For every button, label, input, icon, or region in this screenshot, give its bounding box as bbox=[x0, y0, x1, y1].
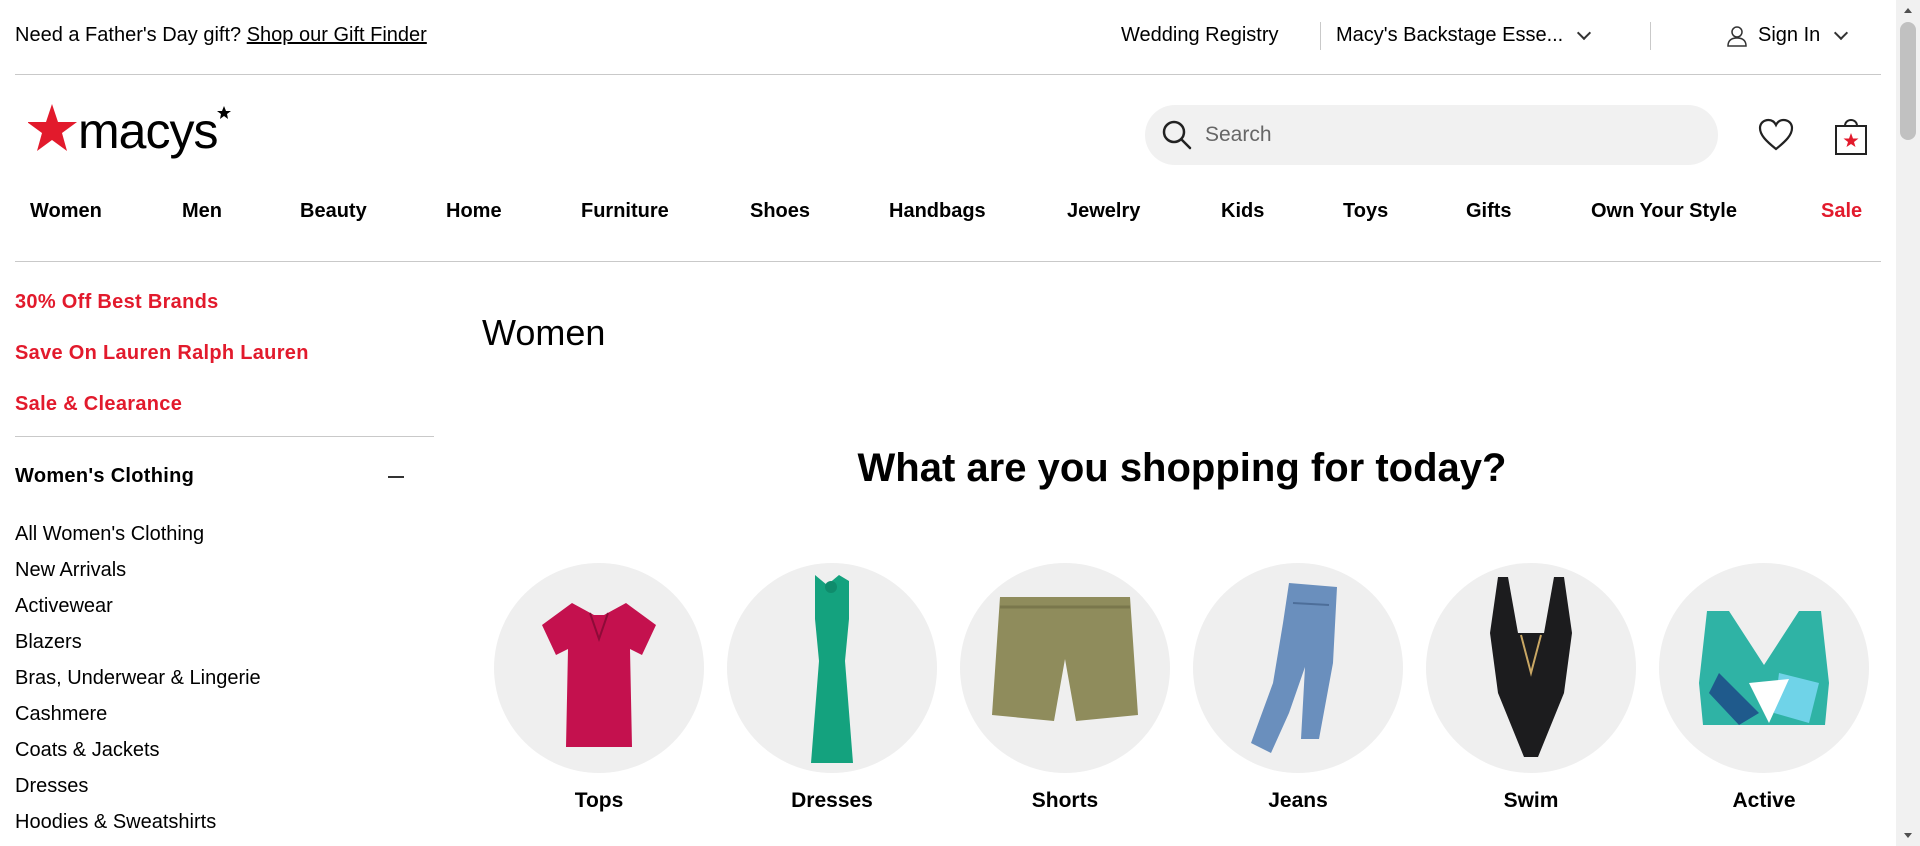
category-label: Active bbox=[1732, 789, 1796, 812]
jeans-image[interactable] bbox=[1193, 563, 1403, 773]
category-active[interactable]: Active bbox=[1647, 561, 1881, 831]
nav-gifts[interactable]: Gifts bbox=[1466, 200, 1512, 223]
sports-bra-image[interactable] bbox=[1659, 563, 1869, 773]
nav-divider bbox=[15, 261, 1881, 262]
category-label: Tops bbox=[574, 789, 624, 812]
top-image[interactable] bbox=[494, 563, 704, 773]
nav-own-your-style[interactable]: Own Your Style bbox=[1591, 200, 1737, 223]
person-icon bbox=[1727, 25, 1747, 47]
sidebar-link-bras-underwear[interactable]: Bras, Underwear & Lingerie bbox=[15, 667, 261, 690]
sidebar-link-cashmere[interactable]: Cashmere bbox=[15, 703, 107, 726]
macys-logo[interactable]: macys bbox=[28, 100, 244, 168]
category-label: Dresses bbox=[791, 789, 873, 812]
nav-home[interactable]: Home bbox=[446, 200, 502, 223]
shopping-bag-icon[interactable] bbox=[1834, 114, 1868, 156]
store-selector[interactable]: Macy's Backstage Esse... bbox=[1336, 24, 1592, 47]
sidebar-promo-ralph-lauren[interactable]: Save On Lauren Ralph Lauren bbox=[15, 342, 309, 365]
dress-image[interactable] bbox=[727, 563, 937, 773]
sign-in-button[interactable]: Sign In bbox=[1726, 24, 1849, 47]
search-icon[interactable] bbox=[1161, 119, 1193, 151]
sidebar-link-all-womens-clothing[interactable]: All Women's Clothing bbox=[15, 523, 204, 546]
nav-men[interactable]: Men bbox=[182, 200, 222, 223]
svg-text:macys: macys bbox=[78, 103, 217, 159]
sidebar-section-title[interactable]: Women's Clothing bbox=[15, 465, 194, 488]
collapse-minus-icon[interactable] bbox=[388, 476, 404, 478]
nav-furniture[interactable]: Furniture bbox=[581, 200, 669, 223]
category-label: Jeans bbox=[1268, 789, 1328, 812]
nav-jewelry[interactable]: Jewelry bbox=[1067, 200, 1140, 223]
category-swim[interactable]: Swim bbox=[1414, 561, 1648, 831]
search-bar[interactable] bbox=[1145, 105, 1718, 165]
nav-shoes[interactable]: Shoes bbox=[750, 200, 810, 223]
gift-finder-link[interactable]: Shop our Gift Finder bbox=[247, 24, 427, 46]
page-title: Women bbox=[482, 312, 606, 353]
sidebar-link-hoodies[interactable]: Hoodies & Sweatshirts bbox=[15, 811, 216, 834]
category-label: Shorts bbox=[1031, 789, 1099, 812]
promo-banner: Need a Father's Day gift? Shop our Gift … bbox=[15, 24, 427, 47]
nav-beauty[interactable]: Beauty bbox=[300, 200, 367, 223]
shopping-headline: What are you shopping for today? bbox=[857, 446, 1507, 490]
search-input[interactable] bbox=[1205, 123, 1685, 147]
sidebar-promo-sale-clearance[interactable]: Sale & Clearance bbox=[15, 393, 182, 416]
category-tops[interactable]: Tops bbox=[482, 561, 716, 831]
nav-toys[interactable]: Toys bbox=[1343, 200, 1388, 223]
main-nav: Women Men Beauty Home Furniture Shoes Ha… bbox=[30, 200, 1866, 226]
category-dresses[interactable]: Dresses bbox=[715, 561, 949, 831]
category-jeans[interactable]: Jeans bbox=[1181, 561, 1415, 831]
wedding-registry-link[interactable]: Wedding Registry bbox=[1121, 24, 1278, 47]
nav-women[interactable]: Women bbox=[30, 200, 102, 223]
chevron-down-icon bbox=[1834, 25, 1849, 40]
sidebar-link-dresses[interactable]: Dresses bbox=[15, 775, 88, 798]
nav-kids[interactable]: Kids bbox=[1221, 200, 1264, 223]
utility-divider bbox=[1650, 22, 1651, 50]
sign-in-label: Sign In bbox=[1758, 24, 1821, 46]
category-label: Swim bbox=[1503, 789, 1559, 812]
store-name: Macy's Backstage Esse... bbox=[1336, 24, 1564, 46]
utility-divider bbox=[1320, 22, 1321, 50]
scroll-up-arrow-icon[interactable] bbox=[1904, 8, 1912, 13]
sidebar-divider bbox=[15, 436, 434, 437]
sidebar-promo-best-brands[interactable]: 30% Off Best Brands bbox=[15, 291, 219, 314]
shorts-image[interactable] bbox=[960, 563, 1170, 773]
sidebar-link-activewear[interactable]: Activewear bbox=[15, 595, 113, 618]
chevron-down-icon bbox=[1577, 25, 1592, 40]
heart-icon[interactable] bbox=[1758, 118, 1794, 152]
scroll-down-arrow-icon[interactable] bbox=[1904, 833, 1912, 838]
scroll-thumb[interactable] bbox=[1900, 22, 1916, 140]
swimsuit-image[interactable] bbox=[1426, 563, 1636, 773]
sidebar-link-blazers[interactable]: Blazers bbox=[15, 631, 82, 654]
sidebar-link-new-arrivals[interactable]: New Arrivals bbox=[15, 559, 126, 582]
promo-text: Need a Father's Day gift? bbox=[15, 24, 242, 46]
category-shorts[interactable]: Shorts bbox=[948, 561, 1182, 831]
nav-handbags[interactable]: Handbags bbox=[889, 200, 986, 223]
sidebar-link-coats-jackets[interactable]: Coats & Jackets bbox=[15, 739, 160, 762]
nav-sale[interactable]: Sale bbox=[1821, 200, 1862, 223]
page-scrollbar[interactable] bbox=[1896, 0, 1920, 846]
